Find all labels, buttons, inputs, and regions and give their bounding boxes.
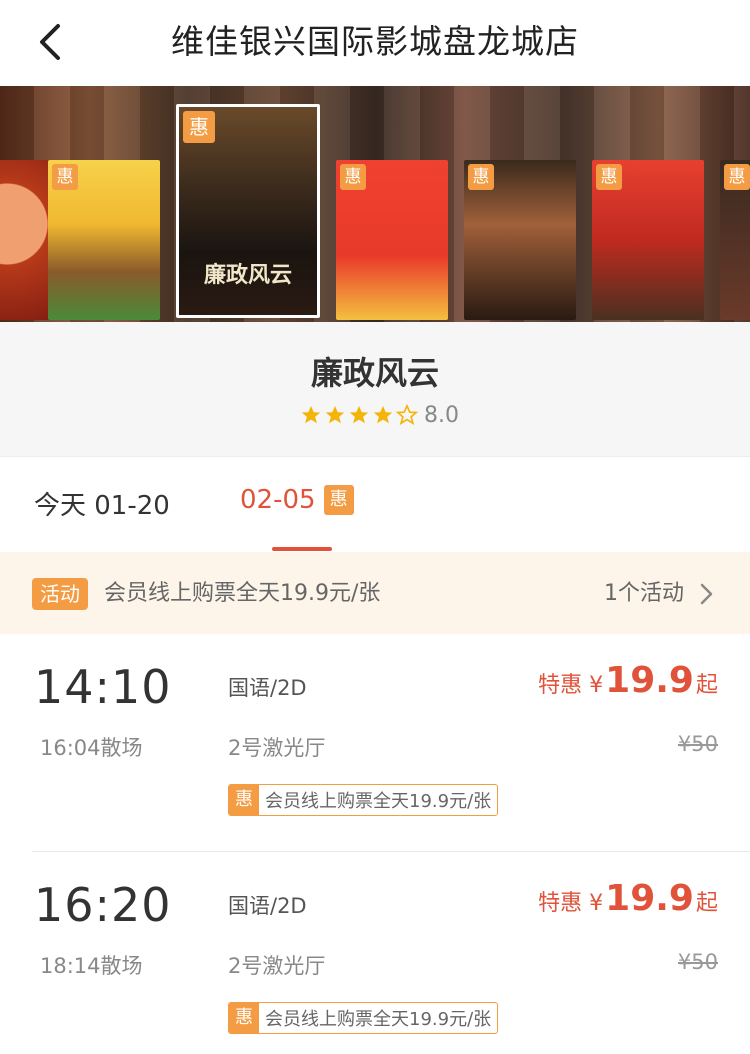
hui-badge: 惠	[229, 1003, 259, 1033]
hall-name: 2号激光厅	[228, 736, 326, 760]
movie-rating: 8.0	[300, 400, 459, 430]
hui-badge: 惠	[724, 164, 750, 190]
tab-underline	[272, 547, 332, 551]
poster-6[interactable]: 惠	[720, 160, 750, 320]
price-prefix: 特惠 ¥	[538, 891, 604, 916]
price-value: 19.9	[605, 878, 694, 919]
poster-5[interactable]: 惠	[592, 160, 704, 320]
star-filled-icon	[373, 405, 393, 424]
price-suffix: 起	[695, 891, 718, 916]
poster-1[interactable]: 惠	[48, 160, 160, 320]
movie-info: 廉政风云 8.0	[0, 322, 750, 456]
hall-name: 2号激光厅	[228, 954, 326, 978]
poster-0[interactable]	[0, 160, 52, 320]
tab-selected-date[interactable]: 02-05 惠	[240, 485, 354, 515]
activity-count: 1个活动	[604, 581, 684, 606]
promo-text: 会员线上购票全天19.9元/张	[265, 1009, 492, 1030]
activity-banner[interactable]: 活动 会员线上购票全天19.9元/张 1个活动	[0, 552, 750, 634]
rating-score: 8.0	[424, 402, 459, 428]
date-tabs: 今天 01-20 02-05 惠	[0, 456, 750, 552]
language-format: 国语/2D	[228, 894, 307, 918]
price-suffix: 起	[695, 673, 718, 698]
poster-4[interactable]: 惠	[464, 160, 576, 320]
activity-tag: 活动	[32, 578, 88, 610]
cinema-title: 维佳银兴国际影城盘龙城店	[171, 22, 579, 61]
original-price: ¥50	[677, 732, 718, 756]
hui-badge: 惠	[52, 164, 78, 190]
price-value: 19.9	[605, 660, 694, 701]
back-icon[interactable]	[30, 20, 74, 64]
star-empty-icon	[396, 404, 418, 426]
hui-badge: 惠	[340, 164, 366, 190]
language-format: 国语/2D	[228, 676, 307, 700]
star-filled-icon	[325, 405, 345, 424]
showtime-row[interactable]: 16:20 18:14散场 国语/2D 2号激光厅 惠 会员线上购票全天19.9…	[0, 852, 750, 1054]
tab-today[interactable]: 今天 01-20	[34, 485, 170, 522]
hui-badge: 惠	[323, 485, 354, 515]
tab-selected-label: 02-05	[240, 485, 316, 515]
original-price: ¥50	[677, 950, 718, 974]
promo-badge: 惠 会员线上购票全天19.9元/张	[228, 784, 499, 816]
movie-title: 廉政风云	[310, 354, 439, 392]
promo-badge: 惠 会员线上购票全天19.9元/张	[228, 1002, 499, 1034]
hui-badge: 惠	[596, 164, 622, 190]
star-filled-icon	[349, 405, 369, 424]
poster-selected[interactable]: 惠 廉政风云	[176, 104, 320, 318]
poster-carousel[interactable]: 惠 惠 廉政风云 惠 惠 惠 惠	[0, 86, 750, 322]
chevron-right-icon	[700, 583, 713, 605]
hui-badge: 惠	[468, 164, 494, 190]
start-time: 14:10	[34, 660, 172, 714]
start-time: 16:20	[34, 878, 172, 932]
star-filled-icon	[301, 405, 321, 424]
showtime-row[interactable]: 14:10 16:04散场 国语/2D 2号激光厅 惠 会员线上购票全天19.9…	[0, 634, 750, 852]
activity-text: 会员线上购票全天19.9元/张	[104, 581, 381, 606]
price-prefix: 特惠 ¥	[538, 673, 604, 698]
poster-title: 廉政风云	[203, 263, 292, 288]
poster-3[interactable]: 惠	[336, 160, 448, 320]
promo-text: 会员线上购票全天19.9元/张	[265, 791, 492, 812]
hui-badge: 惠	[183, 111, 215, 143]
end-time: 16:04散场	[40, 736, 143, 760]
hui-badge: 惠	[229, 785, 259, 815]
nav-header: 维佳银兴国际影城盘龙城店	[0, 0, 750, 86]
price: 特惠 ¥ 19.9 起	[538, 660, 718, 701]
price: 特惠 ¥ 19.9 起	[538, 878, 718, 919]
end-time: 18:14散场	[40, 954, 143, 978]
